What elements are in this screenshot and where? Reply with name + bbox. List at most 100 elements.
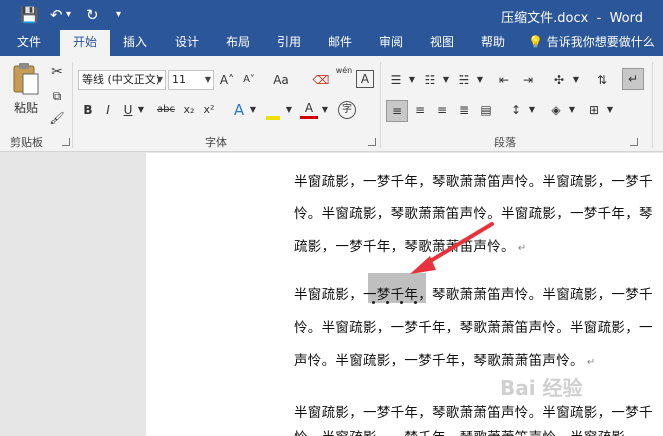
font-size-value: 11 [172,73,186,86]
numbering-icon[interactable]: ☷ [420,70,440,90]
tab-references[interactable]: 引用 [268,30,310,56]
char-border-button[interactable]: A [356,70,374,88]
window-title: 压缩文件.docx - Word [501,11,643,26]
doc-line[interactable]: 疏影，一梦千年，琴歌萧萧笛声怜。 ↵ [294,236,527,258]
grow-font-button[interactable]: A˄ [218,70,236,90]
chevron-down-icon: ▼ [156,75,163,84]
font-color-button[interactable]: A [300,100,318,119]
show-marks-icon[interactable]: ↵ [622,68,644,90]
borders-icon[interactable]: ⊞ [584,100,604,120]
chevron-down-icon[interactable]: ▼ [572,70,580,90]
customize-qa-icon[interactable]: ▾ [116,6,121,24]
distributed-icon[interactable]: ▤ [476,100,496,120]
tab-review[interactable]: 审阅 [370,30,412,56]
tab-file[interactable]: 文件 [6,30,52,56]
tab-design[interactable]: 设计 [166,30,208,56]
chinese-layout-icon[interactable]: ✣ [548,70,570,90]
document-page[interactable]: 半窗疏影，一梦千年，琴歌萧萧笛声怜。半窗疏影，一梦千 怜。半窗疏影，琴歌萧萧笛声… [146,153,663,436]
emphasis-dot [400,301,403,304]
clipboard-group-label: 剪贴板 [10,136,43,149]
group-divider [380,62,381,148]
doc-line[interactable]: 声怜。半窗疏影，一梦千年，琴歌萧萧笛声怜。 ↵ [294,350,596,372]
title-bar: 💾 ↶ ▾ ↻ ▾ 压缩文件.docx - Word [0,0,663,30]
chevron-down-icon[interactable]: ▼ [606,100,614,120]
font-name-value: 等线 (中文正文) [82,73,161,86]
copy-icon[interactable]: ⧉ [48,86,66,106]
tab-insert[interactable]: 插入 [114,30,156,56]
font-name-combo[interactable]: 等线 (中文正文) ▼ [78,70,166,90]
emphasis-dot [414,301,417,304]
paragraph-mark-icon: ↵ [517,243,527,254]
chevron-down-icon[interactable]: ▼ [528,100,536,120]
chevron-down-icon: ▼ [204,75,211,84]
paste-icon [13,63,39,95]
paragraph-launcher-icon[interactable] [630,138,638,146]
font-launcher-icon[interactable] [368,138,376,146]
italic-button[interactable]: I [100,100,116,120]
doc-line-text: 声怜。半窗疏影，一梦千年，琴歌萧萧笛声怜。 [294,353,584,369]
doc-line[interactable]: 怜。半窗疏影，一梦千年，琴歌萧萧笛声怜。半窗疏影，一 [294,427,653,436]
chevron-down-icon[interactable]: ▼ [248,100,258,120]
chevron-down-icon[interactable]: ▼ [476,70,484,90]
doc-line[interactable]: 怜。半窗疏影，琴歌萧萧笛声怜。半窗疏影，一梦千年，琴 [294,203,653,225]
cut-icon[interactable]: ✂ [48,62,66,82]
ribbon: 粘贴 ✂ ⧉ 🖌 剪贴板 等线 (中文正文) ▼ 11 ▼ A˄ A˅ Aa ⌫… [0,56,663,152]
doc-line-text: 疏影，一梦千年，琴歌萧萧笛声怜。 [294,239,515,255]
sort-icon[interactable]: ⇅ [592,70,612,90]
undo-dropdown-icon[interactable]: ▾ [66,6,71,24]
save-icon[interactable]: 💾 [20,6,39,24]
emphasis-dot [372,301,375,304]
enclose-char-button[interactable]: 字 [338,101,356,119]
doc-line[interactable]: 半窗疏影，一梦千年，琴歌萧萧笛声怜。半窗疏影，一梦千 [294,171,653,193]
tab-layout[interactable]: 布局 [217,30,259,56]
emphasis-dot [386,301,389,304]
shading-icon[interactable]: ◈ [546,100,566,120]
justify-icon[interactable]: ≣ [454,100,474,120]
paragraph-mark-icon: ↵ [586,357,596,368]
tell-me-box[interactable]: 💡 告诉我你想要做什么 [528,30,663,56]
line-spacing-icon[interactable]: ↕ [506,100,526,120]
paste-button[interactable] [10,62,40,102]
chevron-down-icon[interactable]: ▼ [320,100,330,120]
decrease-indent-icon[interactable]: ⇤ [494,70,514,90]
bold-button[interactable]: B [80,100,96,120]
subscript-button[interactable]: x₂ [180,100,198,120]
chevron-down-icon[interactable]: ▼ [136,100,146,120]
chevron-down-icon[interactable]: ▼ [568,100,576,120]
increase-indent-icon[interactable]: ⇥ [518,70,538,90]
chevron-down-icon[interactable]: ▼ [408,70,416,90]
underline-button[interactable]: U [120,100,136,120]
strikethrough-button[interactable]: abc [154,100,178,120]
tab-view[interactable]: 视图 [421,30,463,56]
doc-line[interactable]: 半窗疏影，一梦千年，琴歌萧萧笛声怜。半窗疏影，一梦千 [294,402,653,424]
font-size-combo[interactable]: 11 ▼ [168,70,214,90]
align-left-icon[interactable]: ≡ [386,100,408,122]
doc-line[interactable]: 半窗疏影，一梦千年，琴歌萧萧笛声怜。半窗疏影，一梦千 [294,284,653,306]
phonetic-guide-button[interactable]: wén [334,66,354,86]
chevron-down-icon[interactable]: ▼ [284,100,294,120]
multilevel-list-icon[interactable]: ☵ [454,70,474,90]
bullets-icon[interactable]: ☰ [386,70,406,90]
format-painter-icon[interactable]: 🖌 [48,108,66,128]
align-center-icon[interactable]: ≡ [410,100,430,120]
undo-icon[interactable]: ↶ [50,6,63,24]
chevron-down-icon[interactable]: ▼ [442,70,450,90]
watermark-logo: Bai 经验 [500,376,583,400]
tab-home[interactable]: 开始 [60,30,110,56]
clear-format-icon[interactable]: ⌫ [312,70,330,90]
group-divider [652,62,653,148]
tab-help[interactable]: 帮助 [472,30,514,56]
highlight-icon[interactable] [264,100,282,120]
align-right-icon[interactable]: ≡ [432,100,452,120]
tab-mailings[interactable]: 邮件 [319,30,361,56]
doc-line[interactable]: 怜。半窗疏影，一梦千年，琴歌萧萧笛声怜。半窗疏影，一 [294,317,653,339]
shrink-font-button[interactable]: A˅ [240,70,258,90]
change-case-button[interactable]: Aa [266,70,296,90]
text-effects-button[interactable]: A [230,100,248,120]
lightbulb-icon: 💡 [528,35,543,49]
clipboard-launcher-icon[interactable] [62,138,70,146]
redo-icon[interactable]: ↻ [86,6,99,24]
superscript-button[interactable]: x² [200,100,218,120]
paste-label[interactable]: 粘贴 [8,98,44,118]
ribbon-tabs: 文件 开始 插入 设计 布局 引用 邮件 审阅 视图 帮助 💡 告诉我你想要做什… [0,30,663,56]
